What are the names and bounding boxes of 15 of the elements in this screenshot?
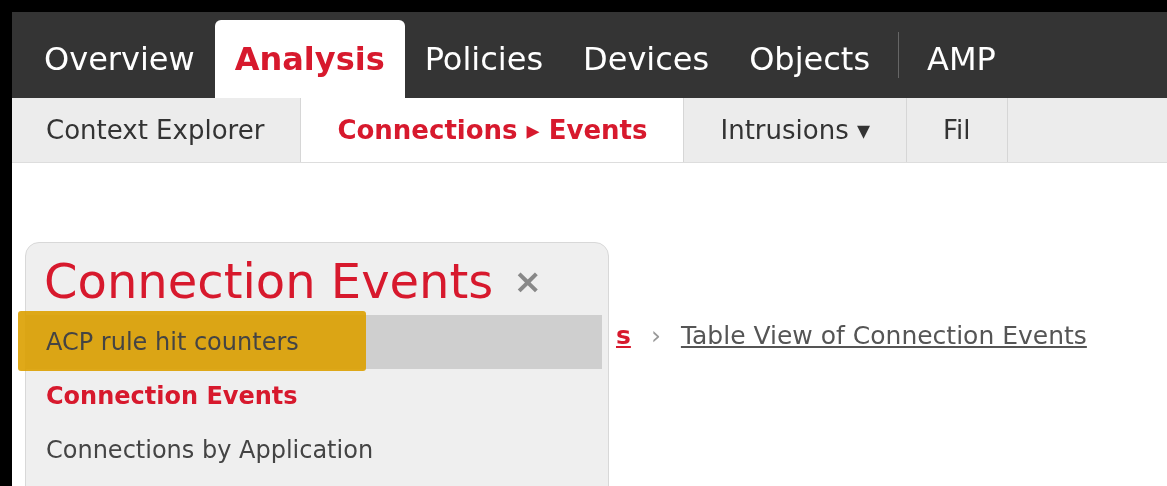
sub-tab[interactable]: Intrusions ▾ xyxy=(684,98,907,162)
menu-item[interactable]: Connection Events xyxy=(26,369,602,423)
breadcrumb-link[interactable]: Table View of Connection Events xyxy=(680,321,1087,350)
sub-tab[interactable]: Connections ▸ Events xyxy=(301,98,685,162)
menu-title: Connection Events xyxy=(44,253,494,309)
breadcrumb-link[interactable]: s xyxy=(616,321,631,350)
breadcrumb-separator: › xyxy=(650,321,661,350)
nav-tab[interactable]: Analysis xyxy=(214,20,405,98)
nav-tab[interactable]: Devices xyxy=(563,20,730,98)
nav-tab[interactable]: AMP xyxy=(907,20,1016,98)
nav-tab[interactable]: Overview xyxy=(24,20,215,98)
menu-item[interactable]: Connections by Application xyxy=(26,423,602,477)
sub-tab[interactable]: Fil xyxy=(907,98,1008,162)
nav-tab[interactable]: Objects xyxy=(729,20,891,98)
nav-tab[interactable]: Policies xyxy=(404,20,564,98)
